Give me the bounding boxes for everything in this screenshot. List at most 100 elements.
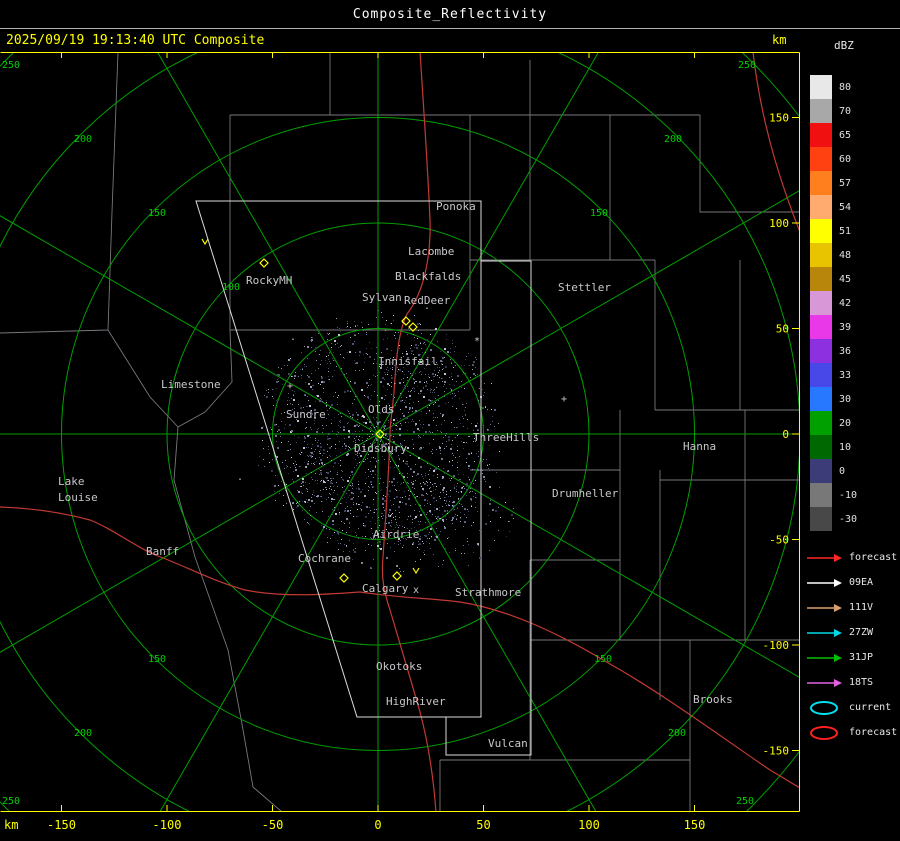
legend-item: 09EA — [806, 570, 897, 595]
city-label: Calgary — [362, 582, 409, 595]
city-label: Blackfalds — [395, 270, 461, 283]
ring-distance-label: 250 — [736, 796, 754, 807]
colorbar-value-label: 65 — [839, 129, 852, 141]
grid-spoke — [377, 189, 800, 435]
ring-distance-label: 250 — [2, 60, 20, 71]
colorbar-entry: 51 — [810, 219, 857, 243]
grid-spoke — [377, 433, 597, 812]
colorbar-swatch — [810, 147, 832, 171]
colorbar-swatch — [810, 243, 832, 267]
x-axis-tick-label: 150 — [683, 818, 706, 832]
city-label: Okotoks — [376, 660, 422, 673]
colorbar-swatch — [810, 123, 832, 147]
colorbar-value-label: 51 — [839, 225, 852, 237]
legend-ellipse-icon — [810, 725, 838, 740]
colorbar-value-label: 0 — [839, 465, 846, 477]
legend-arrow-icon — [807, 553, 842, 562]
legend-arrow-icon — [807, 603, 842, 612]
colorbar-value-label: 30 — [839, 393, 852, 405]
ring-distance-label: 250 — [2, 796, 20, 807]
site-arrow-marker — [412, 567, 420, 575]
x-axis-tick-label: -150 — [47, 818, 76, 832]
colorbar-value-label: 70 — [839, 105, 852, 117]
colorbar-entry: 70 — [810, 99, 857, 123]
colorbar-entry: 48 — [810, 243, 857, 267]
radar-coverage-outline — [445, 260, 532, 756]
colorbar-entry: 39 — [810, 315, 857, 339]
y-axis-tick-label: 150 — [769, 112, 789, 125]
colorbar-entry: 30 — [810, 387, 857, 411]
colorbar-value-label: 48 — [839, 249, 852, 261]
colorbar-entry: 36 — [810, 339, 857, 363]
window-titlebar: Composite_Reflectivity — [0, 0, 900, 29]
y-axis-tick-label: 100 — [769, 217, 789, 230]
legend-item-label: 31JP — [849, 652, 874, 663]
y-axis-tick-label: -100 — [763, 639, 790, 652]
y-axis-tick-label: 0 — [782, 428, 789, 441]
colorbar-value-label: 57 — [839, 177, 852, 189]
radar-application-window: Composite_Reflectivity 2025/09/19 19:13:… — [0, 0, 900, 841]
y-axis-tick-label: -50 — [769, 534, 789, 547]
colorbar-entry: -30 — [810, 507, 857, 531]
city-label: Banff — [146, 545, 179, 558]
timestamp-label: 2025/09/19 19:13:40 UTC Composite — [6, 33, 265, 48]
ring-distance-label: 150 — [594, 654, 612, 665]
legend-arrow-icon — [807, 678, 842, 687]
colorbar-entry: 65 — [810, 123, 857, 147]
grid-spoke — [377, 433, 800, 679]
x-axis-tick-label: -50 — [261, 818, 284, 832]
colorbar-value-label: 10 — [839, 441, 852, 453]
ring-distance-label: 200 — [74, 134, 92, 145]
x-axis-unit-label: km — [4, 818, 19, 832]
legend-item: forecast — [806, 545, 897, 570]
city-label: ThreeHills — [473, 431, 539, 444]
colorbar-title: dBZ — [834, 39, 854, 52]
colorbar-swatch — [810, 339, 832, 363]
legend-item-label: current — [849, 702, 892, 713]
x-axis-tick-label: 0 — [374, 818, 382, 832]
city-label: Stettler — [558, 281, 611, 294]
boundary-line — [699, 115, 800, 213]
colorbar-entry: 33 — [810, 363, 857, 387]
legend-arrow-icon — [807, 653, 842, 662]
city-label: Ponoka — [436, 200, 476, 213]
city-label: Airdrie — [373, 528, 419, 541]
city-labels: PonokaLacombeBlackfaldsSylvan RedDeerRock… — [58, 200, 733, 750]
highway-line — [359, 591, 800, 789]
city-label: Cochrane — [298, 552, 351, 565]
legend-item: 111V — [806, 595, 897, 620]
colorbar-entry: 42 — [810, 291, 857, 315]
y-axis-tick-label: 50 — [776, 323, 789, 336]
x-axis: km -150 -100 -50 0 50 100 150 — [0, 812, 800, 841]
colorbar-swatch — [810, 483, 832, 507]
city-label: HighRiver — [386, 695, 446, 708]
colorbar-swatch — [810, 315, 832, 339]
city-label: Olds — [368, 403, 395, 416]
legend-ellipse-icon — [810, 700, 838, 715]
map-point-symbol: * — [474, 336, 480, 347]
legend-item-label: 111V — [849, 602, 874, 613]
colorbar-entry: 60 — [810, 147, 857, 171]
legend-item-label: 09EA — [849, 577, 874, 588]
radar-map-display[interactable]: 250 200 150 100 250 200 150 150 200 250 150 200 250 P… — [0, 52, 800, 812]
ring-distance-label: 150 — [148, 208, 166, 219]
sidebar: dBZ 80 70 65 60 57 54 51 48 45 42 39 36 33 30 20 10 0 -10… — [800, 29, 900, 841]
map-point-symbol: . — [352, 328, 358, 339]
legend-arrow-icon — [807, 578, 842, 587]
colorbar-entry: 0 — [810, 459, 857, 483]
colorbar-swatch — [810, 363, 832, 387]
legend-item-label: 27ZW — [849, 627, 874, 638]
colorbar-value-label: 39 — [839, 321, 852, 333]
highway-line — [752, 52, 800, 233]
window-title: Composite_Reflectivity — [352, 6, 548, 22]
map-point-symbol: . — [237, 472, 243, 483]
legend-item-label: forecast — [849, 552, 898, 563]
x-axis-tick-label: 100 — [578, 818, 600, 832]
colorbar-swatch — [810, 291, 832, 315]
colorbar-swatch — [810, 267, 832, 291]
highway-line — [0, 506, 361, 596]
map-point-symbol: x — [413, 585, 419, 596]
city-label: Drumheller — [552, 487, 619, 500]
colorbar-swatch — [810, 171, 832, 195]
city-label: Louise — [58, 491, 98, 504]
